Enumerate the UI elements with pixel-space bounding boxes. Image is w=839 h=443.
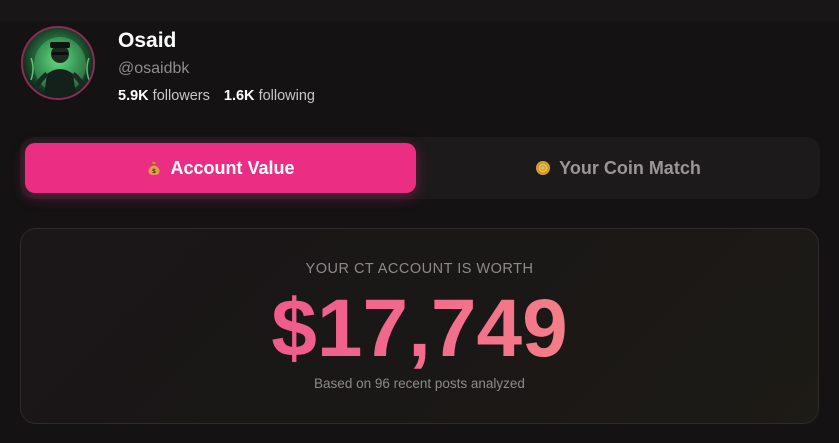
account-value: $17,749 [21, 281, 818, 377]
tab-account-value-label: Account Value [170, 157, 295, 178]
top-bar [0, 0, 839, 22]
money-bag-icon: $ [148, 162, 161, 175]
following-count: 1.6K [223, 88, 255, 104]
svg-text:$: $ [152, 168, 156, 175]
follow-stats: 5.9K followers 1.6K following [118, 87, 315, 105]
value-caption: YOUR CT ACCOUNT IS WORTH [305, 261, 534, 277]
following-stat[interactable]: 1.6K following [224, 87, 315, 105]
profile-header: Osaid @osaidbk 5.9K followers 1.6K follo… [21, 26, 315, 105]
avatar [21, 26, 95, 100]
tab-account-value[interactable]: $ Account Value [25, 143, 416, 193]
page: Osaid @osaidbk 5.9K followers 1.6K follo… [0, 0, 839, 443]
tab-coin-match-label: Your Coin Match [559, 157, 701, 178]
avatar-figure-icon [30, 37, 90, 98]
followers-count: 5.9K [118, 88, 149, 104]
user-handle: @osaidbk [118, 60, 190, 77]
tab-coin-match[interactable]: Your Coin Match [421, 143, 815, 193]
display-name: Osaid [118, 29, 177, 52]
followers-label: followers [152, 88, 210, 104]
followers-stat[interactable]: 5.9K followers [118, 87, 210, 105]
analysis-note: Based on 96 recent posts analyzed [314, 376, 525, 391]
following-label: following [258, 88, 315, 104]
profile-info: Osaid @osaidbk 5.9K followers 1.6K follo… [118, 28, 315, 105]
account-value-card: YOUR CT ACCOUNT IS WORTH $17,749 Based o… [20, 228, 819, 424]
tab-bar: $ Account Value Your Coin Match [20, 137, 820, 199]
coin-icon [536, 161, 551, 175]
